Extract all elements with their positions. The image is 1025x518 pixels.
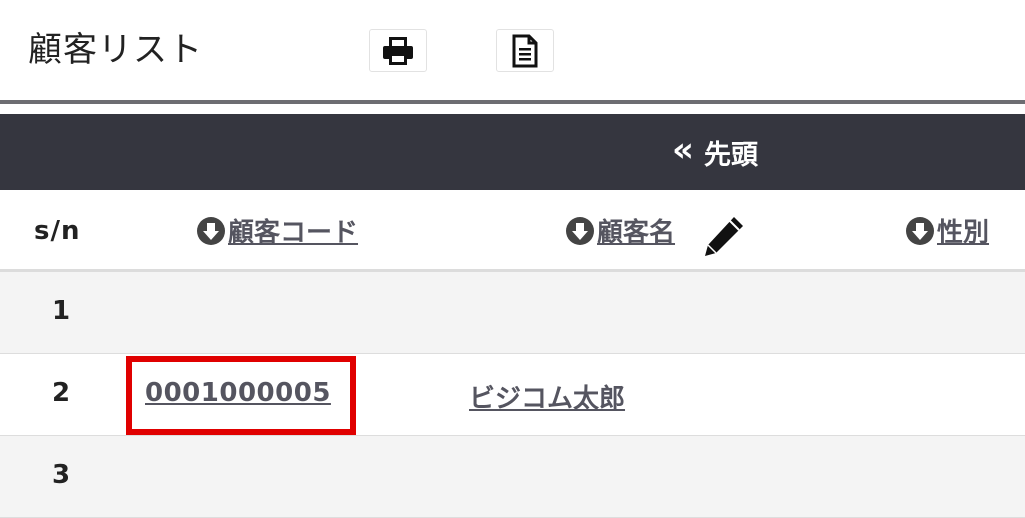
pager-bar: « 先頭 <box>0 114 1025 190</box>
document-icon <box>512 34 538 67</box>
export-document-button[interactable] <box>496 29 554 72</box>
row-number: 1 <box>52 296 71 326</box>
row-number: 3 <box>52 460 71 490</box>
column-header-sn: s/n <box>34 216 81 246</box>
sort-down-circle-icon <box>197 216 225 245</box>
table-header-row: s/n 顧客コード 顧客名 性別 <box>0 190 1025 272</box>
print-button[interactable] <box>369 29 427 72</box>
pager-first-label: 先頭 <box>703 139 758 171</box>
sort-down-circle-icon <box>906 216 934 245</box>
double-chevron-left-icon: « <box>672 130 694 170</box>
row-number: 2 <box>52 378 71 408</box>
table-row: 2 0001000005 ビジコム太郎 <box>0 354 1025 436</box>
sort-by-code-link[interactable]: 顧客コード <box>196 212 358 249</box>
pager-first-button[interactable]: « 先頭 <box>672 130 758 171</box>
column-header-gender: 性別 <box>937 218 990 248</box>
table-row: 1 <box>0 272 1025 354</box>
header-divider <box>0 100 1025 104</box>
sort-by-gender-link[interactable]: 性別 <box>905 212 989 249</box>
column-header-code: 顧客コード <box>228 218 359 248</box>
column-header-name: 顧客名 <box>597 218 676 248</box>
title-bar: 顧客リスト <box>0 0 1025 100</box>
pencil-edit-icon[interactable] <box>700 214 746 258</box>
table-row: 3 <box>0 436 1025 518</box>
print-icon <box>383 36 413 65</box>
sort-by-name-link[interactable]: 顧客名 <box>565 212 675 249</box>
customer-name-link[interactable]: ビジコム太郎 <box>469 378 625 415</box>
sort-down-circle-icon <box>566 216 594 245</box>
customer-code-link[interactable]: 0001000005 <box>145 378 331 408</box>
page-title: 顧客リスト <box>28 30 203 70</box>
